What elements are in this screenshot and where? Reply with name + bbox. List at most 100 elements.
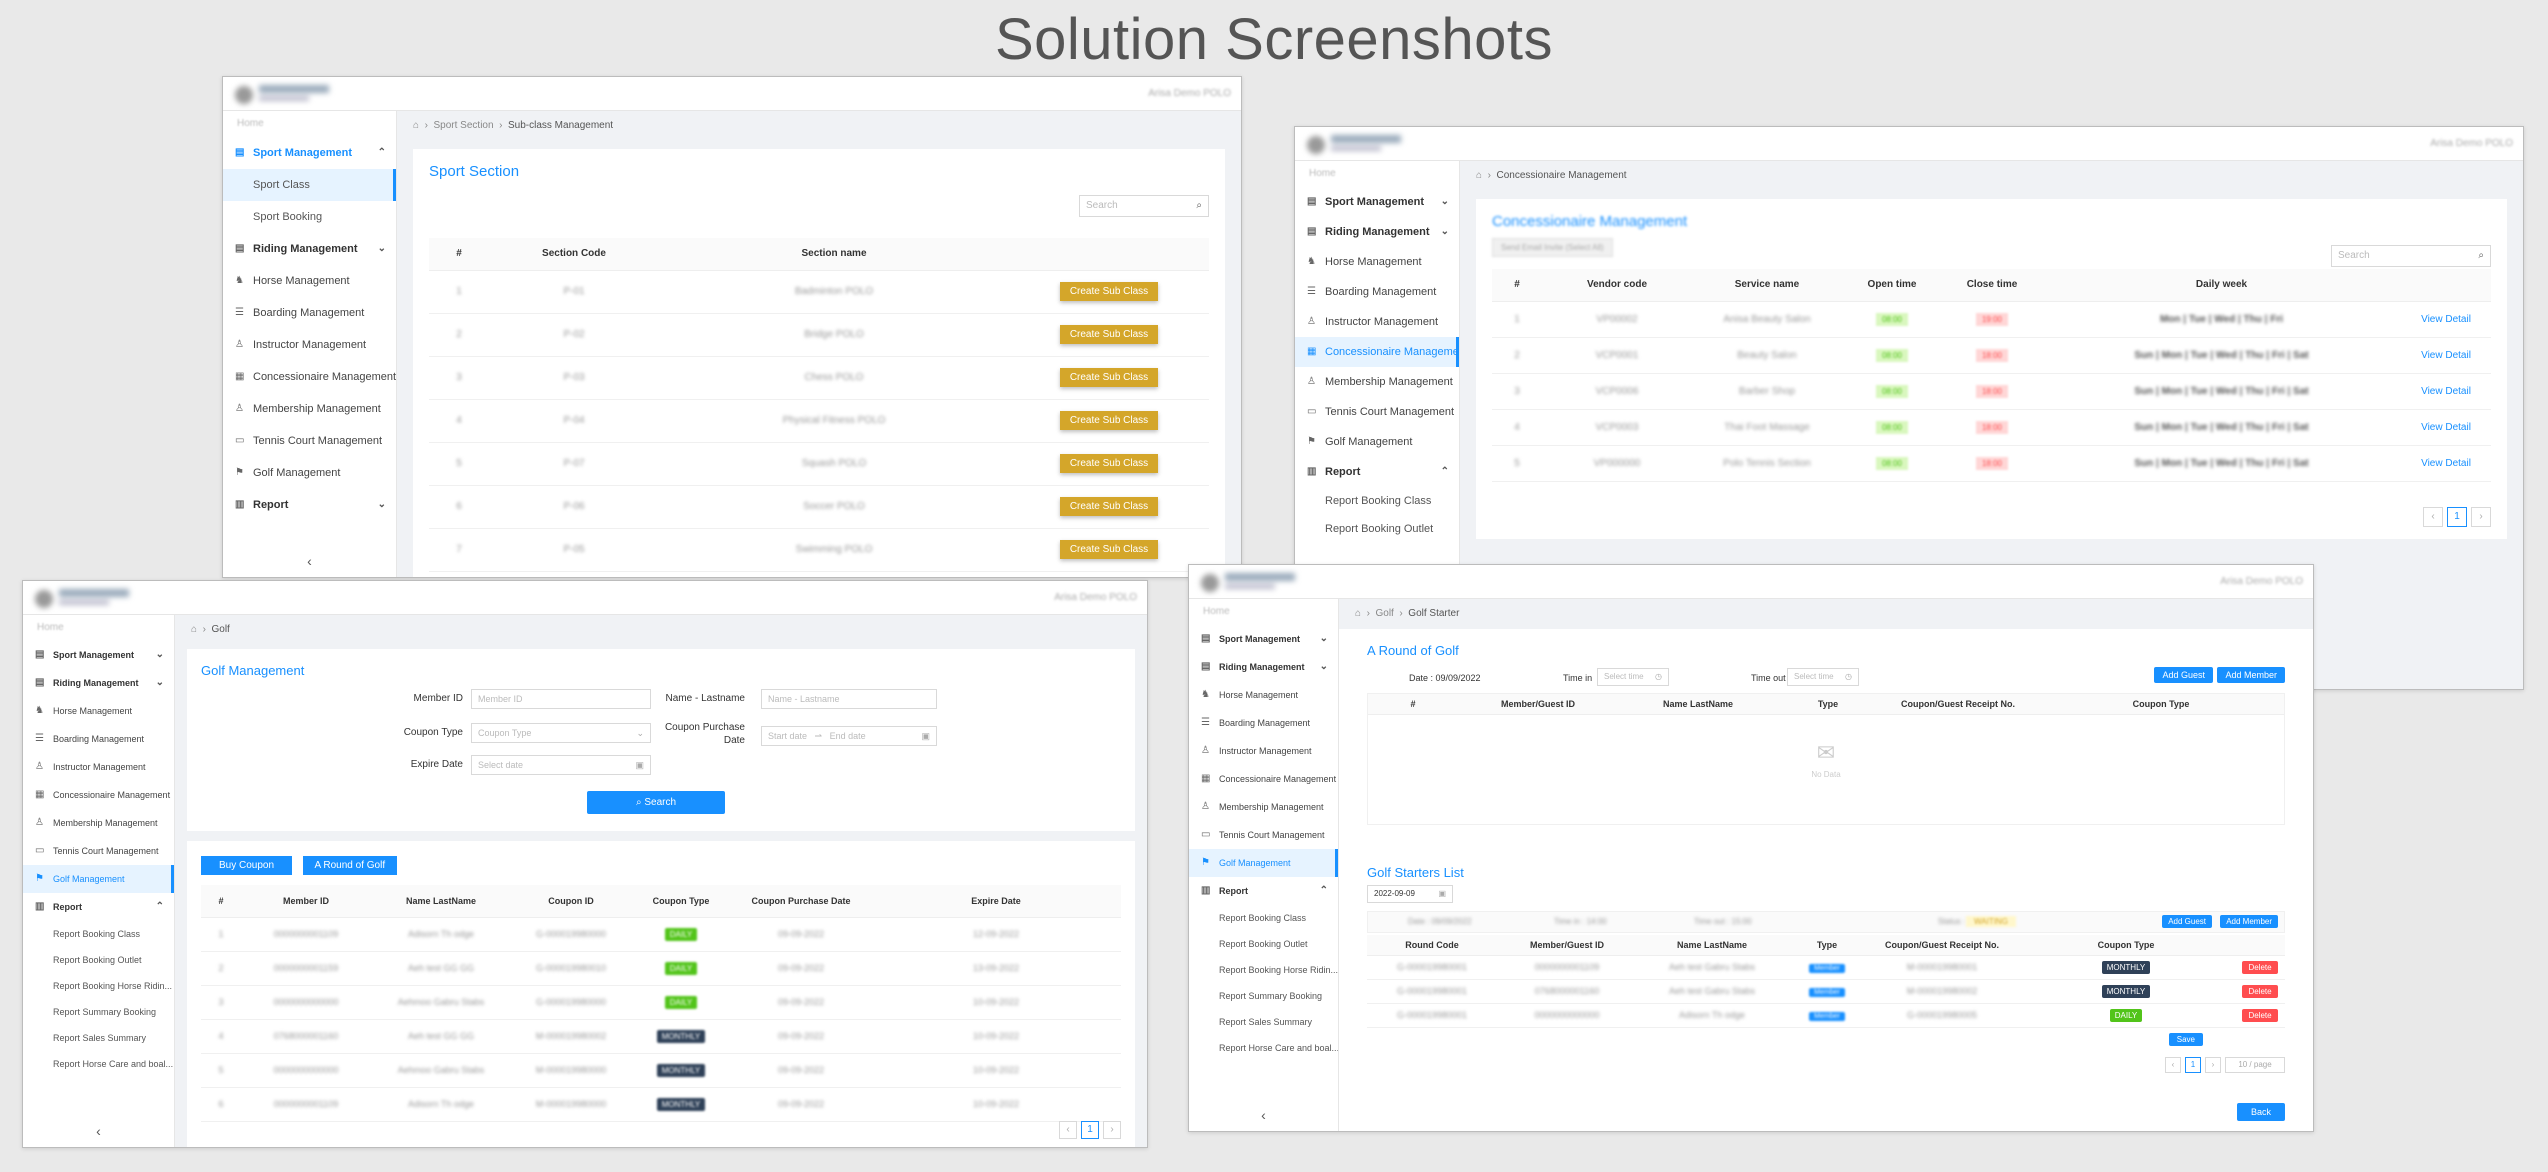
nav-report-booking-outlet[interactable]: Report Booking Outlet bbox=[1189, 931, 1338, 957]
nav-report-booking-outlet[interactable]: Report Booking Outlet bbox=[1295, 515, 1459, 543]
nav-riding-management[interactable]: ▤ Riding Management ⌄ bbox=[1295, 217, 1459, 247]
nav-report-sales-summary[interactable]: Report Sales Summary bbox=[23, 1025, 174, 1051]
nav-tennis-court-management[interactable]: ▭ Tennis Court Management bbox=[23, 837, 174, 865]
home-icon[interactable]: ⌂ bbox=[1355, 608, 1361, 619]
nav-membership-management[interactable]: ♙ Membership Management bbox=[1295, 367, 1459, 397]
prev-page-button[interactable]: ‹ bbox=[2423, 507, 2443, 527]
view-detail-link[interactable]: View Detail bbox=[2421, 386, 2471, 397]
page-size-select[interactable]: 10 / page bbox=[2225, 1057, 2285, 1073]
nav-report-sales-summary[interactable]: Report Sales Summary bbox=[1189, 1009, 1338, 1035]
nav-horse-management[interactable]: ♞ Horse Management bbox=[223, 265, 396, 297]
search-input[interactable]: Search ⌕ bbox=[2331, 245, 2491, 267]
nav-report[interactable]: ▥ Report ⌃ bbox=[1295, 457, 1459, 487]
view-detail-link[interactable]: View Detail bbox=[2421, 314, 2471, 325]
home-icon[interactable]: ⌂ bbox=[413, 120, 419, 131]
home-icon[interactable]: ⌂ bbox=[191, 624, 197, 635]
create-sub-class-button[interactable]: Create Sub Class bbox=[1059, 368, 1159, 387]
delete-button[interactable]: Delete bbox=[2242, 960, 2278, 974]
create-sub-class-button[interactable]: Create Sub Class bbox=[1059, 540, 1159, 559]
nav-report-booking-class[interactable]: Report Booking Class bbox=[1295, 487, 1459, 515]
add-guest-button[interactable]: Add Guest bbox=[2154, 667, 2213, 683]
prev-page-button[interactable]: ‹ bbox=[2165, 1057, 2181, 1073]
create-sub-class-button[interactable]: Create Sub Class bbox=[1059, 325, 1159, 344]
nav-riding-management[interactable]: ▤ Riding Management ⌄ bbox=[1189, 653, 1338, 681]
nav-horse-management[interactable]: ♞ Horse Management bbox=[1189, 681, 1338, 709]
nav-tennis-court-management[interactable]: ▭ Tennis Court Management bbox=[223, 425, 396, 457]
nav-concessionaire-management[interactable]: ▦ Concessionaire Management bbox=[23, 781, 174, 809]
delete-button[interactable]: Delete bbox=[2242, 1008, 2278, 1022]
nav-golf-management[interactable]: ⚑ Golf Management bbox=[1189, 849, 1338, 877]
prev-page-button[interactable]: ‹ bbox=[1059, 1121, 1077, 1139]
nav-instructor-management[interactable]: ♙ Instructor Management bbox=[1189, 737, 1338, 765]
nav-sport-management[interactable]: ▤ Sport Management ⌃ bbox=[223, 137, 396, 169]
back-button[interactable]: Back bbox=[2236, 1103, 2285, 1121]
coupon-type-select[interactable]: Coupon Type ⌄ bbox=[471, 723, 651, 743]
add-member-button[interactable]: Add Member bbox=[2220, 915, 2278, 928]
user-menu[interactable]: Arisa Demo POLO bbox=[2430, 138, 2513, 149]
nav-report-horse-care[interactable]: Report Horse Care and boal... bbox=[23, 1051, 174, 1077]
nav-tennis-court-management[interactable]: ▭ Tennis Court Management bbox=[1295, 397, 1459, 427]
add-member-button[interactable]: Add Member bbox=[2217, 667, 2285, 683]
home-icon[interactable]: ⌂ bbox=[1476, 170, 1482, 181]
user-menu[interactable]: Arisa Demo POLO bbox=[1054, 592, 1137, 603]
add-guest-button[interactable]: Add Guest bbox=[2162, 915, 2212, 928]
collapse-sidebar-button[interactable]: ‹ bbox=[23, 1123, 174, 1139]
next-page-button[interactable]: › bbox=[2205, 1057, 2221, 1073]
nav-instructor-management[interactable]: ♙ Instructor Management bbox=[1295, 307, 1459, 337]
nav-report-horse-care[interactable]: Report Horse Care and boal... bbox=[1189, 1035, 1338, 1061]
nav-report-booking-class[interactable]: Report Booking Class bbox=[1189, 905, 1338, 931]
time-in-input[interactable]: Select time ◷ bbox=[1597, 668, 1669, 686]
save-button[interactable]: Save bbox=[2168, 1033, 2203, 1046]
nav-sport-management[interactable]: ▤ Sport Management ⌄ bbox=[1295, 187, 1459, 217]
search-input[interactable]: Search ⌕ bbox=[1079, 195, 1209, 217]
list-date-input[interactable]: 2022-09-09 ▣ bbox=[1367, 885, 1453, 903]
delete-button[interactable]: Delete bbox=[2242, 984, 2278, 998]
page-button[interactable]: 1 bbox=[2447, 507, 2467, 527]
nav-concessionaire-management[interactable]: ▦ Concessionaire Management bbox=[1295, 337, 1459, 367]
nav-sport-management[interactable]: ▤ Sport Management ⌄ bbox=[1189, 625, 1338, 653]
view-detail-link[interactable]: View Detail bbox=[2421, 458, 2471, 469]
round-of-golf-button[interactable]: A Round of Golf bbox=[302, 856, 398, 875]
user-menu[interactable]: Arisa Demo POLO bbox=[2220, 576, 2303, 587]
nav-membership-management[interactable]: ♙ Membership Management bbox=[1189, 793, 1338, 821]
collapse-sidebar-button[interactable]: ‹ bbox=[1189, 1107, 1338, 1123]
purchase-date-range[interactable]: Start date ⇀ End date ▣ bbox=[761, 726, 937, 746]
home-link[interactable]: Home bbox=[23, 615, 174, 641]
next-page-button[interactable]: › bbox=[1103, 1121, 1121, 1139]
send-invite-button[interactable]: Send Email Invite (Select All) bbox=[1492, 238, 1613, 257]
nav-instructor-management[interactable]: ♙ Instructor Management bbox=[223, 329, 396, 361]
create-sub-class-button[interactable]: Create Sub Class bbox=[1059, 497, 1159, 516]
nav-boarding-management[interactable]: ☰ Boarding Management bbox=[1189, 709, 1338, 737]
nav-tennis-court-management[interactable]: ▭ Tennis Court Management bbox=[1189, 821, 1338, 849]
member-id-input[interactable]: Member ID bbox=[471, 689, 651, 709]
home-link[interactable]: Home bbox=[1189, 599, 1338, 625]
nav-concessionaire-management[interactable]: ▦ Concessionaire Management bbox=[223, 361, 396, 393]
nav-report-booking-horse[interactable]: Report Booking Horse Ridin... bbox=[1189, 957, 1338, 983]
nav-concessionaire-management[interactable]: ▦ Concessionaire Management bbox=[1189, 765, 1338, 793]
nav-riding-management[interactable]: ▤ Riding Management ⌄ bbox=[223, 233, 396, 265]
home-link[interactable]: Home bbox=[1295, 161, 1459, 187]
nav-horse-management[interactable]: ♞ Horse Management bbox=[1295, 247, 1459, 277]
collapse-sidebar-button[interactable]: ‹ bbox=[223, 553, 396, 569]
user-menu[interactable]: Arisa Demo POLO bbox=[1148, 88, 1231, 99]
view-detail-link[interactable]: View Detail bbox=[2421, 422, 2471, 433]
nav-golf-management[interactable]: ⚑ Golf Management bbox=[23, 865, 174, 893]
nav-boarding-management[interactable]: ☰ Boarding Management bbox=[223, 297, 396, 329]
search-button[interactable]: ⌕ Search bbox=[587, 791, 725, 814]
nav-report-booking-horse[interactable]: Report Booking Horse Ridin... bbox=[23, 973, 174, 999]
nav-golf-management[interactable]: ⚑ Golf Management bbox=[1295, 427, 1459, 457]
name-input[interactable]: Name - Lastname bbox=[761, 689, 937, 709]
nav-sport-booking[interactable]: Sport Booking bbox=[223, 201, 396, 233]
nav-sport-management[interactable]: ▤ Sport Management ⌄ bbox=[23, 641, 174, 669]
nav-instructor-management[interactable]: ♙ Instructor Management bbox=[23, 753, 174, 781]
nav-report-summary-booking[interactable]: Report Summary Booking bbox=[23, 999, 174, 1025]
page-button[interactable]: 1 bbox=[1081, 1121, 1099, 1139]
create-sub-class-button[interactable]: Create Sub Class bbox=[1059, 282, 1159, 301]
nav-report-booking-outlet[interactable]: Report Booking Outlet bbox=[23, 947, 174, 973]
nav-boarding-management[interactable]: ☰ Boarding Management bbox=[23, 725, 174, 753]
nav-horse-management[interactable]: ♞ Horse Management bbox=[23, 697, 174, 725]
nav-report-summary-booking[interactable]: Report Summary Booking bbox=[1189, 983, 1338, 1009]
home-link[interactable]: Home bbox=[223, 111, 396, 137]
expire-date-input[interactable]: Select date ▣ bbox=[471, 755, 651, 775]
nav-boarding-management[interactable]: ☰ Boarding Management bbox=[1295, 277, 1459, 307]
